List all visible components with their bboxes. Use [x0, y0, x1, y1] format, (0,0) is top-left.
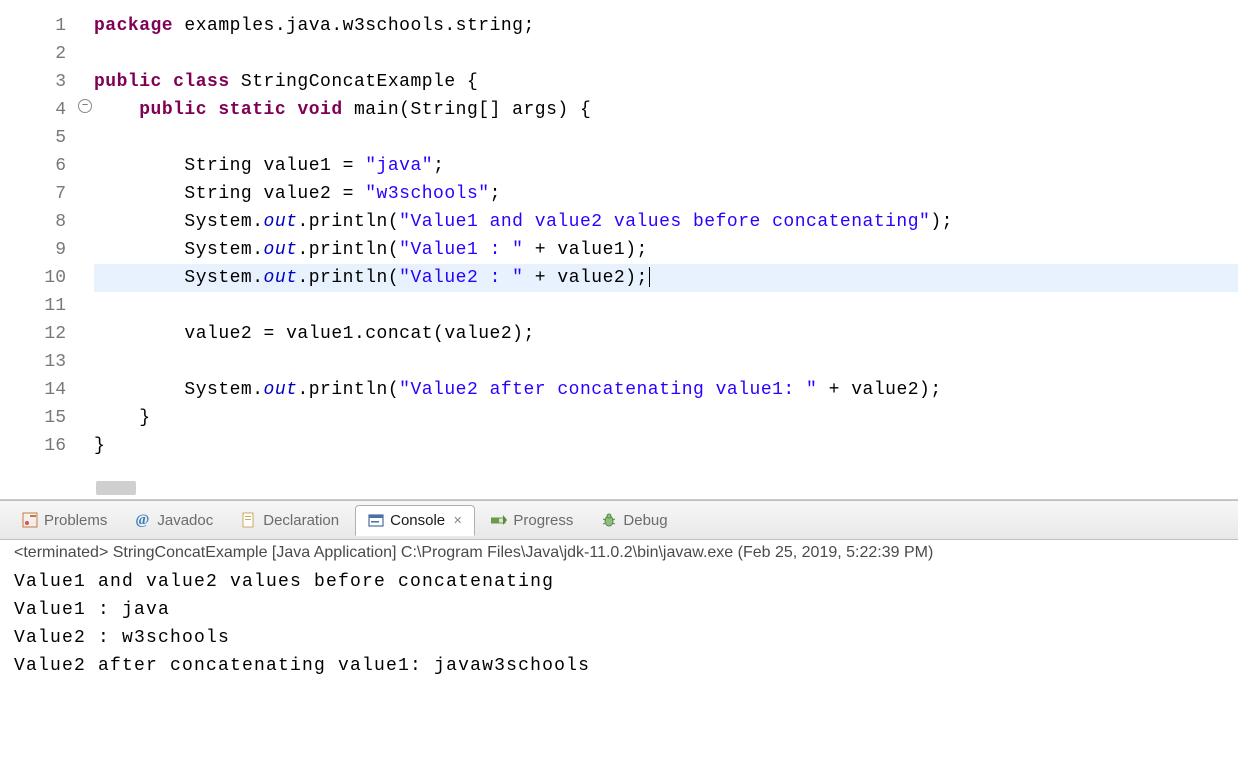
- tab-label: Progress: [513, 512, 573, 529]
- tab-label: Problems: [44, 512, 107, 529]
- code-line[interactable]: System.out.println("Value2 : " + value2)…: [94, 264, 1238, 292]
- console-output[interactable]: Value1 and value2 values before concaten…: [0, 564, 1238, 684]
- code-line[interactable]: String value1 = "java";: [94, 152, 1238, 180]
- console-icon: [368, 513, 384, 529]
- code-line[interactable]: [94, 348, 1238, 376]
- code-line[interactable]: }: [94, 404, 1238, 432]
- line-number-gutter: 12345678910111213141516: [0, 0, 76, 499]
- code-content[interactable]: package examples.java.w3schools.string; …: [76, 0, 1238, 499]
- line-number: 10: [0, 264, 66, 292]
- bottom-panel-tabs: Problems @ Javadoc Declaration Console ✕…: [0, 500, 1238, 540]
- code-line[interactable]: }: [94, 432, 1238, 460]
- line-number: 5: [0, 124, 66, 152]
- code-line[interactable]: [94, 124, 1238, 152]
- problems-icon: [22, 512, 38, 528]
- code-line[interactable]: [94, 40, 1238, 68]
- code-line[interactable]: public class StringConcatExample {: [94, 68, 1238, 96]
- line-number: 3: [0, 68, 66, 96]
- declaration-icon: [241, 512, 257, 528]
- tab-label: Debug: [623, 512, 667, 529]
- close-icon[interactable]: ✕: [453, 514, 462, 527]
- tab-label: Javadoc: [157, 512, 213, 529]
- progress-icon: [491, 512, 507, 528]
- tab-label: Console: [390, 512, 445, 529]
- line-number: 9: [0, 236, 66, 264]
- debug-icon: [601, 512, 617, 528]
- tab-javadoc[interactable]: @ Javadoc: [123, 506, 225, 535]
- tab-progress[interactable]: Progress: [479, 506, 585, 535]
- tab-problems[interactable]: Problems: [10, 506, 119, 535]
- line-number: 8: [0, 208, 66, 236]
- console-process-header: <terminated> StringConcatExample [Java A…: [0, 540, 1238, 564]
- code-line[interactable]: System.out.println("Value1 : " + value1)…: [94, 236, 1238, 264]
- line-number: 15: [0, 404, 66, 432]
- line-number: 4: [0, 96, 66, 124]
- line-number: 11: [0, 292, 66, 320]
- code-line[interactable]: [94, 292, 1238, 320]
- tab-debug[interactable]: Debug: [589, 506, 679, 535]
- line-number: 6: [0, 152, 66, 180]
- code-line[interactable]: value2 = value1.concat(value2);: [94, 320, 1238, 348]
- code-editor[interactable]: 12345678910111213141516 − package exampl…: [0, 0, 1238, 500]
- line-number: 16: [0, 432, 66, 460]
- code-line[interactable]: public static void main(String[] args) {: [94, 96, 1238, 124]
- tab-label: Declaration: [263, 512, 339, 529]
- line-number: 14: [0, 376, 66, 404]
- tab-console[interactable]: Console ✕: [355, 505, 475, 536]
- line-number: 7: [0, 180, 66, 208]
- tab-declaration[interactable]: Declaration: [229, 506, 351, 535]
- code-line[interactable]: package examples.java.w3schools.string;: [94, 12, 1238, 40]
- line-number: 12: [0, 320, 66, 348]
- text-cursor: [649, 267, 650, 287]
- line-number: 1: [0, 12, 66, 40]
- javadoc-icon: @: [135, 512, 151, 528]
- line-number: 2: [0, 40, 66, 68]
- horizontal-scrollbar[interactable]: [96, 481, 136, 495]
- line-number: 13: [0, 348, 66, 376]
- code-line[interactable]: System.out.println("Value1 and value2 va…: [94, 208, 1238, 236]
- code-line[interactable]: String value2 = "w3schools";: [94, 180, 1238, 208]
- code-line[interactable]: System.out.println("Value2 after concate…: [94, 376, 1238, 404]
